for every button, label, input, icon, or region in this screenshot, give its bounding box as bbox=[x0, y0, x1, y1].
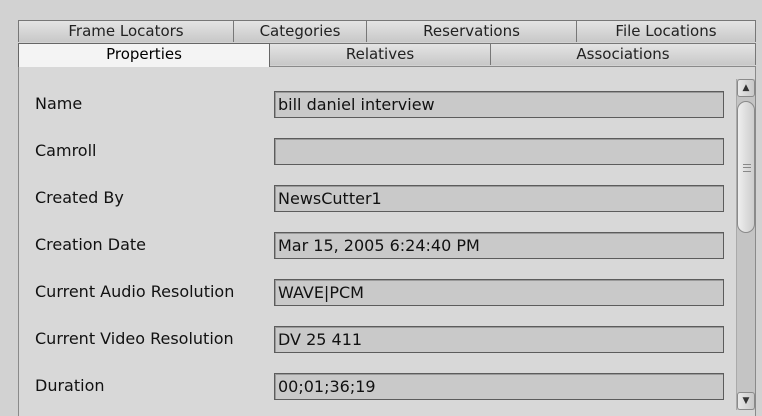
properties-dialog: Frame Locators Categories Reservations F… bbox=[0, 0, 762, 416]
creation-date-field[interactable]: Mar 15, 2005 6:24:40 PM bbox=[274, 232, 724, 259]
property-label: Creation Date bbox=[35, 235, 147, 254]
property-label: Name bbox=[35, 94, 83, 113]
tab-properties[interactable]: Properties bbox=[18, 43, 270, 67]
scroll-up-button[interactable]: ▲ bbox=[737, 79, 755, 97]
name-field[interactable]: bill daniel interview bbox=[274, 91, 724, 118]
property-row-duration: Duration 00;01;36;19 bbox=[19, 363, 731, 409]
property-label: Camroll bbox=[35, 141, 97, 160]
scroll-thumb[interactable] bbox=[737, 101, 755, 233]
triangle-up-icon: ▲ bbox=[742, 83, 750, 93]
property-row-video-resolution: Current Video Resolution DV 25 411 bbox=[19, 316, 731, 362]
triangle-down-icon: ▼ bbox=[742, 396, 750, 406]
video-resolution-field[interactable]: DV 25 411 bbox=[274, 326, 724, 353]
tab-reservations[interactable]: Reservations bbox=[366, 20, 577, 42]
created-by-field[interactable]: NewsCutter1 bbox=[274, 185, 724, 212]
camroll-field[interactable] bbox=[274, 138, 724, 165]
property-row-audio-resolution: Current Audio Resolution WAVE|PCM bbox=[19, 269, 731, 315]
property-label: Created By bbox=[35, 188, 124, 207]
property-row-creation-date: Creation Date Mar 15, 2005 6:24:40 PM bbox=[19, 222, 731, 268]
tab-row-back: Frame Locators Categories Reservations F… bbox=[18, 20, 756, 42]
tab-relatives[interactable]: Relatives bbox=[269, 43, 491, 65]
properties-panel: Name bill daniel interview Camroll Creat… bbox=[18, 66, 756, 416]
tab-associations[interactable]: Associations bbox=[490, 43, 756, 65]
tab-file-locations[interactable]: File Locations bbox=[576, 20, 756, 42]
property-label: Duration bbox=[35, 376, 105, 395]
tab-frame-locators[interactable]: Frame Locators bbox=[18, 20, 234, 42]
grip-icon bbox=[743, 164, 751, 172]
vertical-scrollbar[interactable]: ▲ ▼ bbox=[736, 79, 755, 410]
property-label: Current Video Resolution bbox=[35, 329, 234, 348]
property-row-created-by: Created By NewsCutter1 bbox=[19, 175, 731, 221]
duration-field[interactable]: 00;01;36;19 bbox=[274, 373, 724, 400]
tab-categories[interactable]: Categories bbox=[233, 20, 367, 42]
property-row-name: Name bill daniel interview bbox=[19, 81, 731, 127]
property-row-camroll: Camroll bbox=[19, 128, 731, 174]
property-label: Current Audio Resolution bbox=[35, 282, 235, 301]
scroll-down-button[interactable]: ▼ bbox=[737, 392, 755, 410]
tab-row-front: Properties Relatives Associations bbox=[18, 43, 756, 67]
audio-resolution-field[interactable]: WAVE|PCM bbox=[274, 279, 724, 306]
